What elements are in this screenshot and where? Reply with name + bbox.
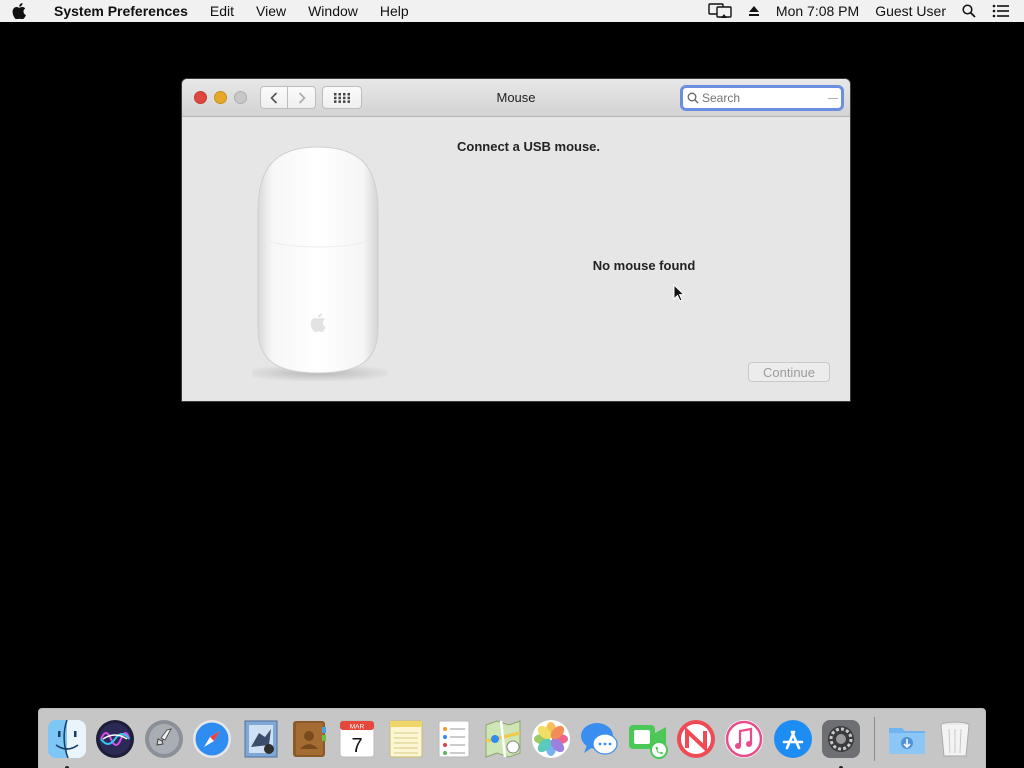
search-clear-icon[interactable] xyxy=(828,98,838,99)
continue-button[interactable]: Continue xyxy=(748,362,830,382)
dock-maps-icon[interactable] xyxy=(481,717,525,761)
mouse-preferences-window: Mouse Search Connect a USB mouse. No mou… xyxy=(182,79,850,401)
dock-news-icon[interactable] xyxy=(674,717,718,761)
dock-launchpad-icon[interactable] xyxy=(142,717,186,761)
menu-window[interactable]: Window xyxy=(297,3,369,19)
preference-pane: Connect a USB mouse. No mouse found xyxy=(182,117,850,401)
dock-downloads-icon[interactable] xyxy=(885,717,929,761)
dock-messages-icon[interactable] xyxy=(577,717,621,761)
dock-calendar-icon[interactable]: MAR 7 xyxy=(335,717,379,761)
menubar-clock[interactable]: Mon 7:08 PM xyxy=(768,3,867,19)
spotlight-search-icon[interactable] xyxy=(954,4,984,18)
dock-siri-icon[interactable] xyxy=(93,717,137,761)
notification-center-icon[interactable] xyxy=(984,4,1024,18)
dock-app-store-icon[interactable] xyxy=(771,717,815,761)
dock: MAR 7 xyxy=(38,708,986,768)
title-bar[interactable]: Mouse xyxy=(182,79,850,117)
dock-separator xyxy=(873,717,875,761)
dock-safari-icon[interactable] xyxy=(190,717,234,761)
status-message: No mouse found xyxy=(592,258,696,273)
dock-facetime-icon[interactable] xyxy=(626,717,670,761)
search-field[interactable] xyxy=(680,85,844,111)
pointer-cursor-icon xyxy=(673,283,686,307)
eject-icon[interactable] xyxy=(740,5,768,17)
app-menu[interactable]: System Preferences xyxy=(38,3,199,19)
menubar-user[interactable]: Guest User xyxy=(867,3,954,19)
menu-bar: System Preferences Edit View Window Help… xyxy=(0,0,1024,22)
dock-contacts-icon[interactable] xyxy=(287,717,331,761)
dock-system-preferences-icon[interactable] xyxy=(819,717,863,768)
menu-help[interactable]: Help xyxy=(369,3,420,19)
apple-menu-icon[interactable] xyxy=(0,3,38,19)
dock-trash-icon[interactable] xyxy=(933,717,977,761)
dock-reminders-icon[interactable] xyxy=(432,717,476,761)
dock-finder-icon[interactable] xyxy=(45,717,89,768)
connect-instructions: Connect a USB mouse. xyxy=(457,139,601,154)
dock-mail-icon[interactable] xyxy=(239,717,283,761)
search-input[interactable] xyxy=(702,91,832,105)
calendar-month: MAR xyxy=(350,724,365,731)
dock-notes-icon[interactable] xyxy=(384,717,428,761)
menu-view[interactable]: View xyxy=(245,3,297,19)
menu-edit[interactable]: Edit xyxy=(199,3,245,19)
dock-photos-icon[interactable] xyxy=(529,717,573,761)
calendar-day: 7 xyxy=(352,735,363,757)
dock-itunes-icon[interactable] xyxy=(722,717,766,761)
search-icon xyxy=(687,92,699,104)
airplay-display-icon[interactable] xyxy=(700,3,740,19)
